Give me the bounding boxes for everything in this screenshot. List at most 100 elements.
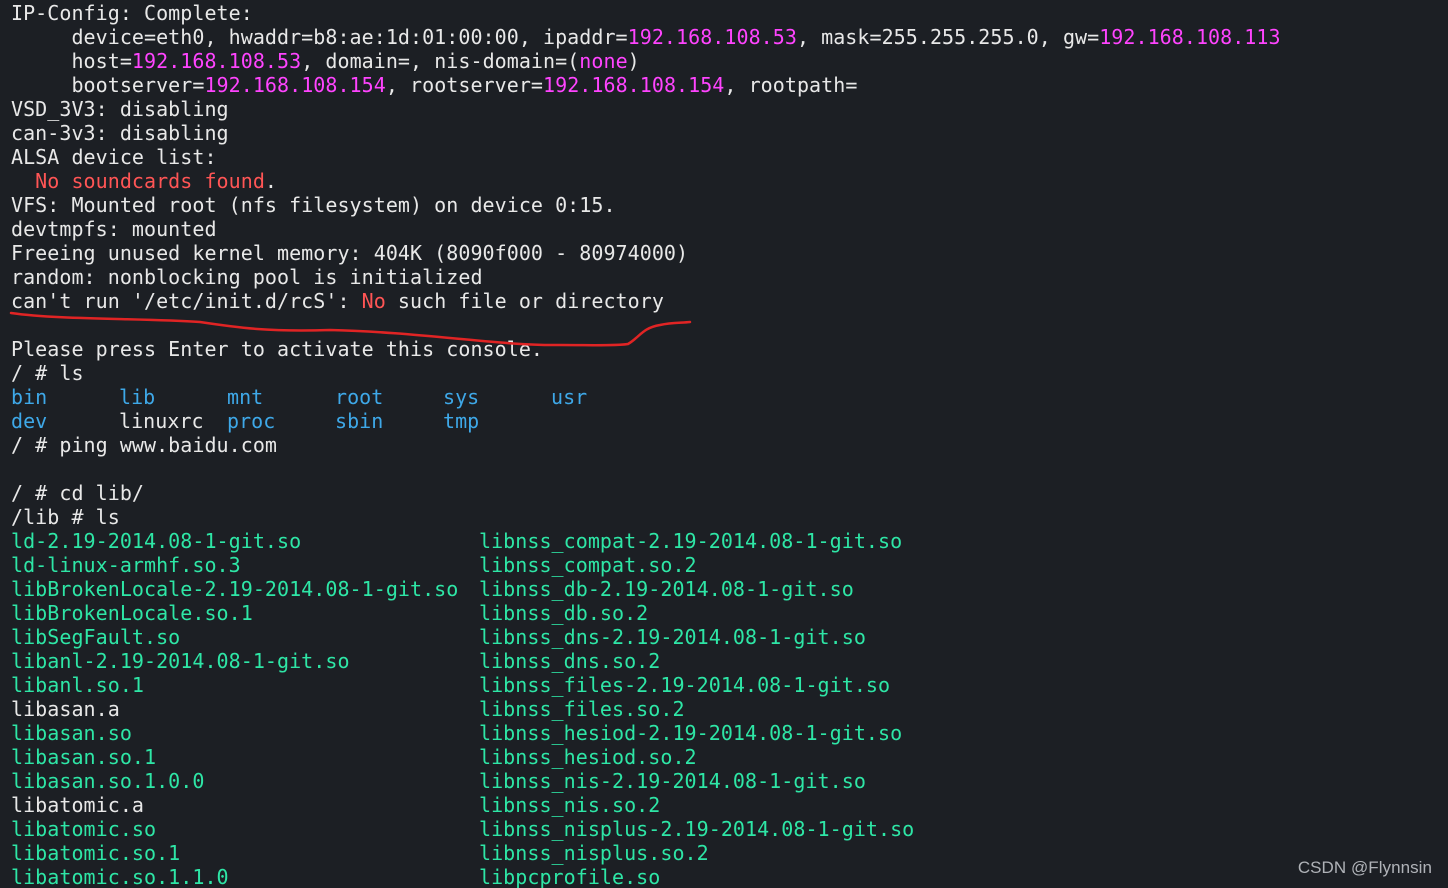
output-text: 192.168.108.154 <box>204 73 386 97</box>
watermark-label: CSDN @Flynnsin <box>1297 858 1432 877</box>
ls-entry: lib <box>119 385 227 409</box>
file-listing-row: libanl.so.1 libnss_files-2.19-2014.08-1-g… <box>11 673 1441 697</box>
output-text: can-3v3: disabling <box>11 121 229 145</box>
output-text: libnss_nisplus-2.19-2014.08-1-git.so <box>479 817 915 841</box>
output-text: No soundcards found <box>11 169 265 193</box>
file-listing-row: ld-linux-armhf.so.3 libnss_compat.so.2 <box>11 553 1441 577</box>
output-text: . <box>264 169 278 193</box>
file-entry: libasan.so <box>11 721 479 745</box>
output-text: libnss_compat.so.2 <box>479 553 697 577</box>
terminal-line: random: nonblocking pool is initialized <box>11 265 1441 289</box>
file-listing-row: libSegFault.so libnss_dns-2.19-2014.08-1-… <box>11 625 1441 649</box>
file-entry: libatomic.a <box>11 793 479 817</box>
output-text: linuxrc <box>119 409 204 433</box>
file-listing-row: libBrokenLocale.so.1 libnss_db.so.2 <box>11 601 1441 625</box>
output-text: proc <box>227 409 276 433</box>
output-text: dev <box>11 409 48 433</box>
ls-output-row: bin lib mnt root sys usr <box>11 385 1441 409</box>
file-entry: libasan.a <box>11 697 479 721</box>
file-entry: libnss_nisplus.so.2 <box>479 841 709 865</box>
file-entry: libatomic.so <box>11 817 479 841</box>
output-text: bootserver= <box>11 73 205 97</box>
file-entry: libnss_nis.so.2 <box>479 793 660 817</box>
output-text: No <box>361 289 386 313</box>
file-entry: libnss_files.so.2 <box>479 697 685 721</box>
file-entry: libasan.so.1 <box>11 745 479 769</box>
file-entry: libnss_nisplus-2.19-2014.08-1-git.so <box>479 817 914 841</box>
terminal-line: host=192.168.108.53, domain=, nis-domain… <box>11 49 1441 73</box>
output-text: 192.168.108.53 <box>131 49 302 73</box>
output-text: libnss_db-2.19-2014.08-1-git.so <box>479 577 854 601</box>
file-entry: libBrokenLocale.so.1 <box>11 601 479 625</box>
file-entry: libasan.so.1.0.0 <box>11 769 479 793</box>
output-text: libatomic.so.1 <box>11 841 181 865</box>
file-entry: libnss_dns.so.2 <box>479 649 660 673</box>
file-entry: libnss_nis-2.19-2014.08-1-git.so <box>479 769 866 793</box>
output-text: sbin <box>335 409 384 433</box>
file-listing-row: libBrokenLocale-2.19-2014.08-1-git.so lib… <box>11 577 1441 601</box>
terminal-line: bootserver=192.168.108.154, rootserver=1… <box>11 73 1441 97</box>
terminal-line: No soundcards found. <box>11 169 1441 193</box>
output-text: ALSA device list: <box>11 145 217 169</box>
output-text: ld-2.19-2014.08-1-git.so <box>11 529 302 553</box>
output-text: host= <box>11 49 132 73</box>
ls-entry: sbin <box>335 409 443 433</box>
output-text: / # ping www.baidu.com <box>11 433 278 457</box>
output-text: libBrokenLocale.so.1 <box>11 601 253 625</box>
file-entry: libnss_dns-2.19-2014.08-1-git.so <box>479 625 866 649</box>
file-listing-row: libasan.a libnss_files.so.2 <box>11 697 1441 721</box>
output-text: devtmpfs: mounted <box>11 217 217 241</box>
output-text: libasan.so.1 <box>11 745 157 769</box>
file-entry: libnss_files-2.19-2014.08-1-git.so <box>479 673 890 697</box>
output-text: root <box>335 385 384 409</box>
output-text: libSegFault.so <box>11 625 181 649</box>
output-text: 192.168.108.154 <box>543 73 725 97</box>
output-text: libatomic.so.1.1.0 <box>11 865 229 888</box>
output-text: such file or directory <box>385 289 664 313</box>
output-text: , domain=, nis-domain=( <box>301 49 580 73</box>
output-text: libnss_hesiod-2.19-2014.08-1-git.so <box>479 721 903 745</box>
output-text: libnss_dns-2.19-2014.08-1-git.so <box>479 625 866 649</box>
output-text: libnss_nis.so.2 <box>479 793 661 817</box>
output-text: libBrokenLocale-2.19-2014.08-1-git.so <box>11 577 459 601</box>
file-entry: libSegFault.so <box>11 625 479 649</box>
output-text: VFS: Mounted root (nfs filesystem) on de… <box>11 193 616 217</box>
file-listing-row: libasan.so.1.0.0 libnss_nis-2.19-2014.08-… <box>11 769 1441 793</box>
output-text: libnss_compat-2.19-2014.08-1-git.so <box>479 529 903 553</box>
terminal-line: VSD_3V3: disabling <box>11 97 1441 121</box>
output-text: Freeing unused kernel memory: 404K (8090… <box>11 241 689 265</box>
file-entry: ld-2.19-2014.08-1-git.so <box>11 529 479 553</box>
output-text: libnss_db.so.2 <box>479 601 649 625</box>
file-entry: libnss_hesiod.so.2 <box>479 745 697 769</box>
terminal-line: devtmpfs: mounted <box>11 217 1441 241</box>
terminal-window[interactable]: IP-Config: Complete: device=eth0, hwaddr… <box>0 0 1448 888</box>
file-listing-row: libasan.so libnss_hesiod-2.19-2014.08-1-g… <box>11 721 1441 745</box>
ls-entry: mnt <box>227 385 335 409</box>
output-text: libasan.so <box>11 721 132 745</box>
output-text: libanl-2.19-2014.08-1-git.so <box>11 649 350 673</box>
output-text: libnss_nis-2.19-2014.08-1-git.so <box>479 769 866 793</box>
output-text: ld-linux-armhf.so.3 <box>11 553 241 577</box>
file-entry: libnss_compat-2.19-2014.08-1-git.so <box>479 529 902 553</box>
file-entry: libpcprofile.so <box>479 865 660 888</box>
output-text: / # ls <box>11 361 84 385</box>
terminal-line: / # ping www.baidu.com <box>11 433 1441 457</box>
file-entry: libnss_compat.so.2 <box>479 553 697 577</box>
output-text: tmp <box>443 409 480 433</box>
ls-entry: linuxrc <box>119 409 227 433</box>
terminal-line: Please press Enter to activate this cons… <box>11 337 1441 361</box>
terminal-line: /lib # ls <box>11 505 1441 529</box>
output-text: lib <box>119 385 156 409</box>
file-entry: libanl.so.1 <box>11 673 479 697</box>
output-text: 192.168.108.53 <box>627 25 797 49</box>
output-text: 192.168.108.113 <box>1099 25 1281 49</box>
file-entry: libnss_hesiod-2.19-2014.08-1-git.so <box>479 721 902 745</box>
terminal-output: IP-Config: Complete: device=eth0, hwaddr… <box>11 1 1441 888</box>
terminal-line: IP-Config: Complete: <box>11 1 1441 25</box>
ls-entry: usr <box>551 385 659 409</box>
output-text: libnss_dns.so.2 <box>479 649 661 673</box>
output-text: can't run '/etc/init.d/rcS': <box>11 289 362 313</box>
file-listing-row: libatomic.so libnss_nisplus-2.19-2014.08-… <box>11 817 1441 841</box>
